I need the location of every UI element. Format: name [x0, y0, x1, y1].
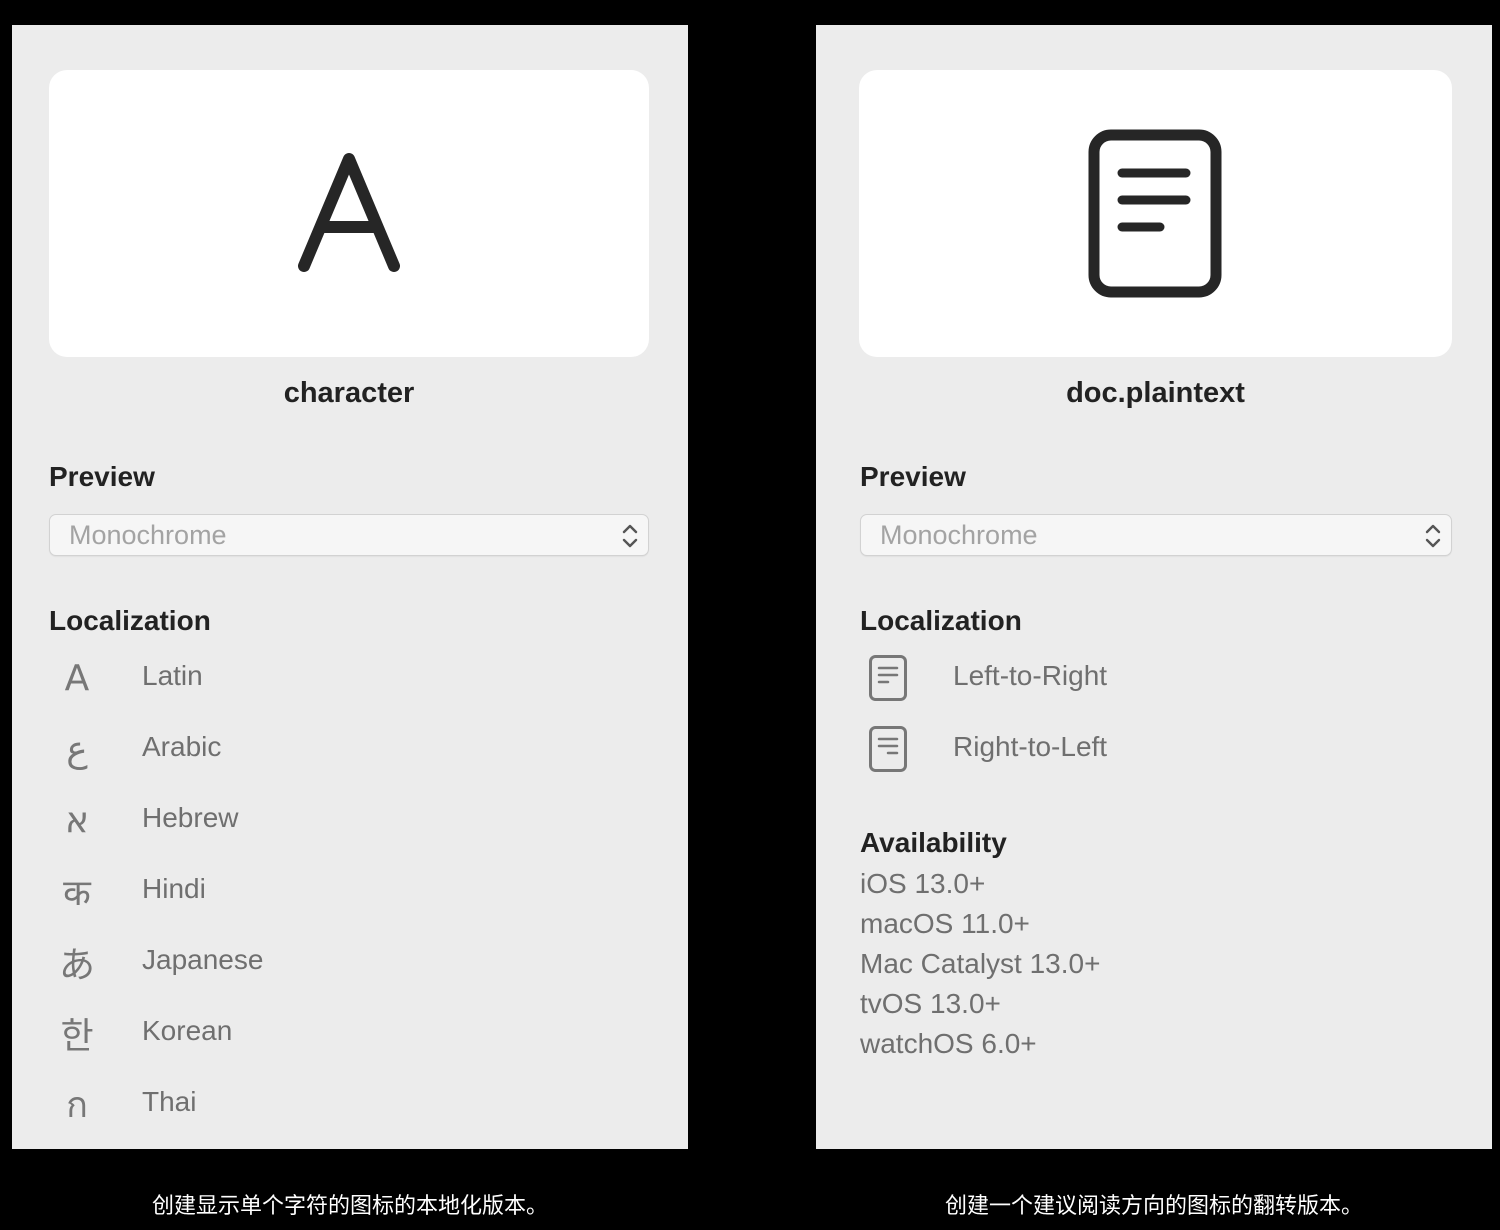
preview-heading: Preview	[49, 461, 155, 492]
caption-left: 创建显示单个字符的图标的本地化版本。	[151, 1194, 548, 1219]
localization-item-arabic[interactable]: ع Arabic	[49, 721, 609, 777]
hindi-ka-icon: क	[63, 872, 91, 914]
preview-mode-popup[interactable]: Monochrome	[49, 514, 649, 556]
localization-item-right-to-left[interactable]: Right-to-Left	[860, 721, 1420, 777]
preview-mode-value: Monochrome	[69, 520, 227, 550]
localization-item-korean[interactable]: 한 Korean	[49, 1005, 609, 1061]
doc-plaintext-rtl-icon	[860, 721, 916, 777]
localization-label: Arabic	[142, 731, 222, 762]
preview-heading: Preview	[860, 461, 966, 492]
hebrew-alef-icon: א	[64, 799, 90, 841]
localization-heading: Localization	[860, 605, 1022, 636]
chevron-up-down-icon	[1425, 524, 1441, 548]
localization-label: Hindi	[142, 873, 206, 904]
japanese-a-icon: あ	[58, 945, 95, 986]
availability-tvos: tvOS 13.0+	[860, 988, 1001, 1019]
localization-label: Thai	[142, 1086, 197, 1117]
availability-heading: Availability	[860, 827, 1007, 858]
localization-label: Japanese	[142, 944, 264, 975]
availability-mac-catalyst: Mac Catalyst 13.0+	[860, 948, 1101, 979]
caption-right: 创建一个建议阅读方向的图标的翻转版本。	[944, 1194, 1363, 1219]
localization-heading: Localization	[49, 605, 211, 636]
preview-mode-popup[interactable]: Monochrome	[860, 514, 1452, 556]
character-symbol-icon	[298, 152, 400, 272]
localization-item-hebrew[interactable]: א Hebrew	[49, 792, 609, 848]
localization-item-japanese[interactable]: あ Japanese	[49, 934, 609, 990]
korean-han-icon: 한	[60, 1016, 94, 1057]
symbol-inspector-doc-plaintext: doc.plaintext Preview Monochrome Localiz…	[816, 25, 1492, 1149]
availability-watchos: watchOS 6.0+	[860, 1028, 1037, 1059]
latin-a-icon: A	[64, 657, 90, 699]
symbol-name: doc.plaintext	[1066, 377, 1245, 409]
symbol-inspector-character: character Preview Monochrome Localizatio…	[12, 25, 688, 1149]
symbol-name: character	[283, 377, 415, 409]
localization-item-left-to-right[interactable]: Left-to-Right	[860, 650, 1420, 706]
chevron-up-down-icon	[622, 524, 638, 548]
preview-mode-value: Monochrome	[880, 520, 1038, 550]
doc-plaintext-icon	[1088, 129, 1221, 297]
availability-macos: macOS 11.0+	[860, 908, 1030, 939]
arabic-ain-icon: ع	[66, 728, 88, 770]
localization-label: Hebrew	[142, 802, 239, 833]
localization-label: Left-to-Right	[953, 660, 1108, 691]
localization-item-latin[interactable]: A Latin	[49, 650, 609, 706]
localization-label: Korean	[142, 1015, 233, 1046]
symbol-preview-card	[859, 70, 1452, 357]
symbol-preview-card	[49, 70, 649, 357]
availability-ios: iOS 13.0+	[860, 868, 986, 899]
localization-label: Right-to-Left	[953, 731, 1108, 762]
localization-label: Latin	[142, 660, 203, 691]
doc-plaintext-ltr-icon	[860, 650, 916, 706]
localization-item-hindi[interactable]: क Hindi	[49, 863, 609, 919]
thai-ko-icon: ก	[66, 1084, 88, 1126]
localization-item-thai[interactable]: ก Thai	[49, 1076, 609, 1132]
